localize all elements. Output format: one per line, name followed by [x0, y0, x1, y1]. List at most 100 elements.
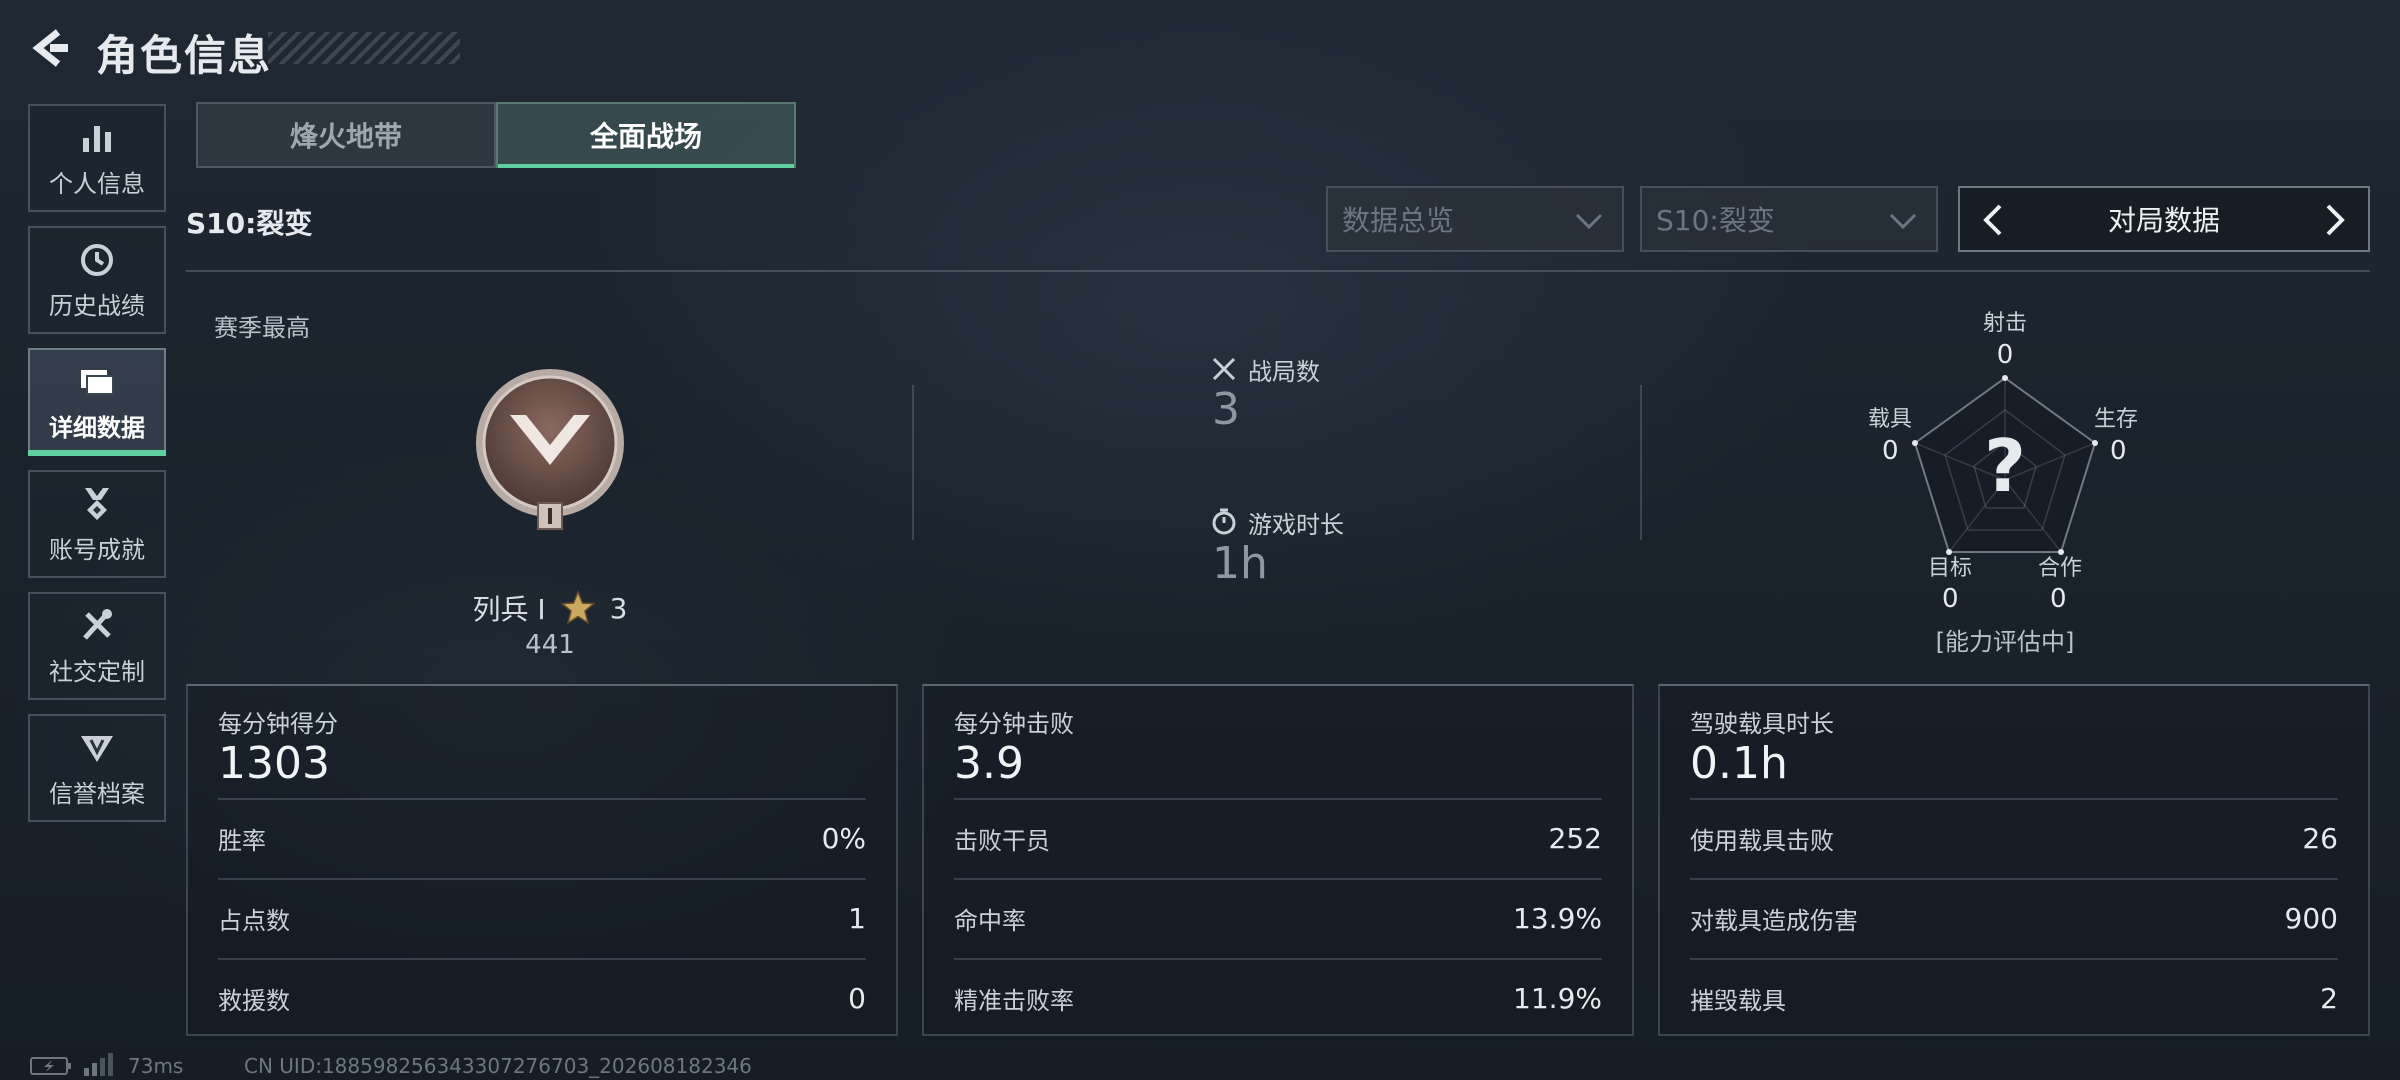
medal-icon — [85, 487, 109, 520]
sidebar-item-reputation[interactable]: 信誉档案 — [28, 714, 166, 822]
title-decoration — [268, 32, 460, 64]
season-dropdown[interactable]: S10:裂变 — [1640, 186, 1938, 252]
stat-label: 摧毁载具 — [1690, 986, 1786, 1015]
sidebar-item-achievements[interactable]: 账号成就 — [28, 470, 166, 578]
stat-row: 对载具造成伤害 900 — [1690, 878, 2338, 956]
stat-value: 2 — [2320, 981, 2338, 1015]
sidebar-item-label: 社交定制 — [49, 657, 145, 686]
rank-badge-icon — [476, 369, 624, 530]
stat-row: 占点数 1 — [218, 878, 866, 956]
radar-value-cooperation: 0 — [2050, 584, 2067, 614]
page-title: 角色信息 — [96, 31, 273, 80]
stat-value: 13.9% — [1513, 901, 1602, 935]
stat-value: 11.9% — [1513, 981, 1602, 1015]
radar-center-mark: ? — [1984, 424, 2026, 508]
sidebar-item-personal-info[interactable]: 个人信息 — [28, 104, 166, 212]
stat-label: 击败干员 — [954, 826, 1050, 855]
player-uid: CN UID:18859825634330727​6703_2026081823… — [244, 1054, 752, 1078]
stopwatch-icon — [1212, 508, 1236, 535]
battles-label: 战局数 — [1248, 358, 1320, 386]
data-type-dropdown[interactable]: 数据总览 — [1326, 186, 1624, 252]
stat-value: 26 — [2302, 821, 2338, 855]
card-title: 驾驶载具时长 — [1690, 710, 1834, 738]
stat-row: 精准击败率 11.9% — [954, 958, 1602, 1036]
radar-status: [能力评估中] — [1935, 628, 2075, 656]
stat-label: 使用载具击败 — [1690, 826, 1834, 855]
radar-value-shooting: 0 — [1996, 340, 2014, 370]
sidebar-item-label: 详细数据 — [49, 413, 145, 442]
season-best-label: 赛季最高 — [214, 314, 310, 342]
dropdown-value: 数据总览 — [1342, 204, 1455, 237]
radar-value-objective: 0 — [1942, 584, 1959, 614]
chevron-left-icon[interactable] — [1974, 200, 2014, 240]
section-divider — [1640, 385, 1642, 540]
stat-value: 1 — [848, 901, 866, 935]
playtime-value: 1h — [1212, 538, 1268, 589]
stat-row: 击败干员 252 — [954, 798, 1602, 876]
playtime-label: 游戏时长 — [1248, 511, 1344, 539]
signal-icon — [84, 1053, 113, 1076]
chevron-down-icon — [1889, 213, 1917, 230]
back-arrow-icon[interactable] — [28, 26, 72, 70]
rank-line: 列兵 Ⅰ 3 — [440, 588, 660, 628]
stat-value: 0 — [848, 981, 866, 1015]
ping-value: 73ms — [128, 1054, 184, 1078]
section-divider — [912, 385, 914, 540]
stat-label: 精准击败率 — [954, 986, 1074, 1015]
sidebar-item-social[interactable]: 社交定制 — [28, 592, 166, 700]
radar-value-vehicle: 0 — [1882, 436, 1899, 466]
card-value: 0.1h — [1690, 738, 1788, 789]
stat-row: 命中率 13.9% — [954, 878, 1602, 956]
stat-card-score: 每分钟得分 1303 胜率 0% 占点数 1 救援数 0 — [186, 684, 898, 1036]
rank-stars: 3 — [609, 591, 628, 625]
stat-label: 胜率 — [218, 826, 266, 855]
dropdown-value: S10:裂变 — [1656, 204, 1775, 237]
shield-emblem-icon — [81, 735, 113, 762]
radar-label-vehicle: 载具 — [1868, 407, 1913, 432]
stat-label: 救援数 — [218, 986, 290, 1015]
rank-score: 441 — [525, 630, 575, 660]
battles-value: 3 — [1212, 384, 1240, 435]
sidebar-item-history[interactable]: 历史战绩 — [28, 226, 166, 334]
stat-card-vehicle: 驾驶载具时长 0.1h 使用载具击败 26 对载具造成伤害 900 摧毁载具 2 — [1658, 684, 2370, 1036]
bar-chart-icon — [83, 125, 111, 152]
header-divider — [186, 270, 2370, 272]
battery-icon — [30, 1057, 71, 1075]
stat-row: 使用载具击败 26 — [1690, 798, 2338, 876]
history-clock-icon — [81, 243, 113, 276]
data-mode-switcher: 对局数据 — [1958, 186, 2370, 252]
season-label: S10:裂变 — [186, 207, 313, 240]
stat-row: 胜率 0% — [218, 798, 866, 876]
sidebar-item-detailed-data[interactable]: 详细数据 — [28, 348, 166, 456]
folders-icon — [81, 369, 114, 395]
radar-label-survival: 生存 — [2094, 407, 2139, 432]
radar-value-survival: 0 — [2110, 436, 2127, 466]
stat-label: 占点数 — [218, 906, 290, 935]
stat-label: 对载具造成伤害 — [1690, 906, 1858, 935]
stat-card-kills: 每分钟击败 3.9 击败干员 252 命中率 13.9% 精准击败率 11.9% — [922, 684, 1634, 1036]
card-title: 每分钟得分 — [218, 710, 338, 738]
radar-label-objective: 目标 — [1928, 556, 1973, 581]
rank-name: 列兵 Ⅰ — [472, 593, 546, 626]
card-title: 每分钟击败 — [954, 710, 1074, 738]
sidebar-item-label: 账号成就 — [49, 535, 145, 564]
switcher-label: 对局数据 — [2107, 204, 2220, 237]
chevron-right-icon[interactable] — [2314, 200, 2354, 240]
chevron-down-icon — [1575, 213, 1603, 230]
tab-firezone[interactable]: 烽火地带 — [196, 102, 496, 168]
sidebar-item-label: 个人信息 — [49, 169, 145, 198]
stat-value: 0% — [821, 821, 866, 855]
star-icon — [559, 590, 596, 625]
radar-label-cooperation: 合作 — [2038, 556, 2083, 581]
tab-full-battlefield[interactable]: 全面战场 — [496, 102, 796, 168]
stat-value: 252 — [1548, 821, 1602, 855]
stat-row: 救援数 0 — [218, 958, 866, 1036]
crossed-swords-icon — [1212, 357, 1236, 381]
card-value: 3.9 — [954, 738, 1024, 789]
stat-row: 摧毁载具 2 — [1690, 958, 2338, 1036]
card-value: 1303 — [218, 738, 330, 789]
sidebar-item-label: 历史战绩 — [49, 291, 145, 320]
sidebar-item-label: 信誉档案 — [49, 779, 145, 808]
stat-label: 命中率 — [954, 906, 1026, 935]
stat-value: 900 — [2284, 901, 2338, 935]
